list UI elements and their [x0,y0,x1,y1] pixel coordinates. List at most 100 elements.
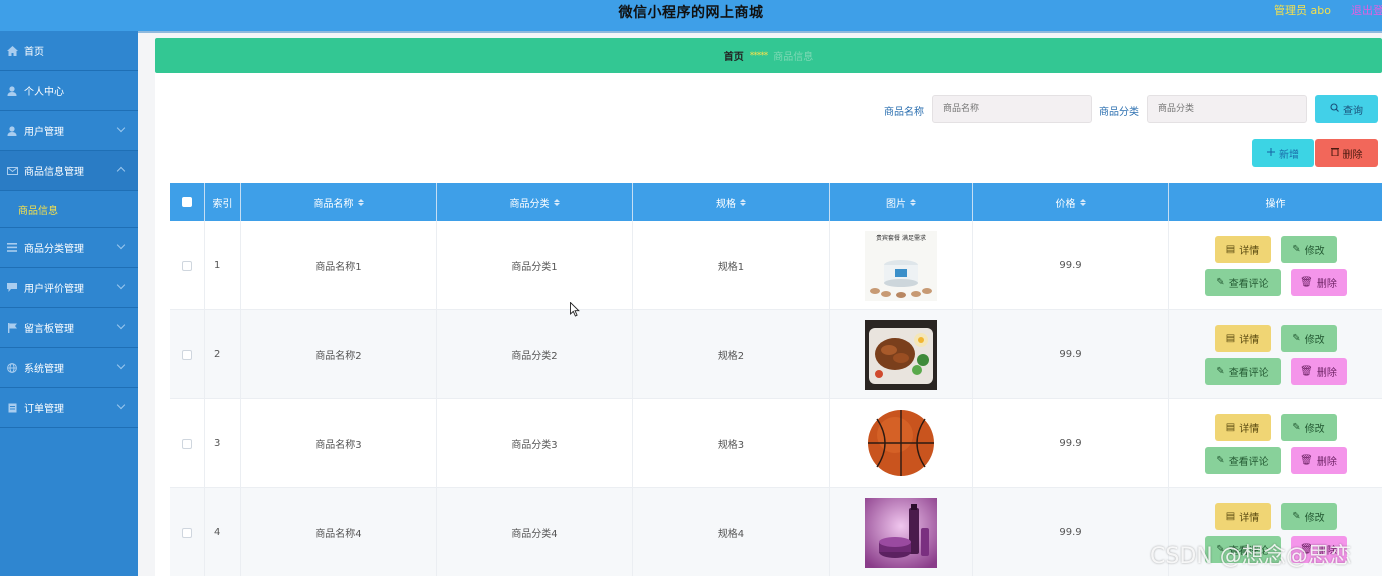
row-checkbox[interactable] [182,438,192,449]
sidebar-item-label: 首页 [24,47,44,58]
row-checkbox[interactable] [182,527,192,538]
delete-row-button[interactable]: 🗑 删除 [1290,357,1347,385]
plus-icon [1267,147,1275,159]
header-spec-label: 规格 [716,198,736,210]
name-search-input[interactable] [932,95,1092,123]
delete-row-button[interactable]: 🗑 删除 [1290,268,1347,296]
detail-button[interactable]: ▤ 详情 [1214,413,1271,441]
add-button[interactable]: 新增 [1252,139,1314,167]
header-product-category[interactable]: 商品分类 [437,183,633,221]
row-actions: ▤ 详情 ✎ 修改 ✎ 查看评论 🗑 删除 [1169,221,1382,310]
bento-image[interactable] [865,319,937,390]
sidebar-item-personal-center[interactable]: 个人中心 [0,71,138,111]
row-product-category: 商品分类1 [437,221,633,310]
search-icon [1330,103,1339,115]
sidebar-item-label: 用户评价管理 [24,284,84,295]
row-product-name: 商品名称4 [241,488,437,576]
row-spec: 规格3 [633,399,830,488]
bulk-delete-button[interactable]: 删除 [1315,139,1378,167]
mail-icon [6,165,18,177]
chevron-up-icon [116,166,126,176]
rice-cooker-image[interactable]: 贵宾套餐 满足需求 [865,230,937,301]
search-button[interactable]: 查询 [1315,95,1378,123]
edit-button[interactable]: ✎ 修改 [1280,235,1337,263]
category-search-label: 商品分类 [1099,107,1139,118]
detail-button[interactable]: ▤ 详情 [1214,235,1271,263]
delete-row-button-label: 删除 [1316,278,1337,290]
header-spec[interactable]: 规格 [633,183,830,221]
row-price: 99.9 [973,221,1169,310]
list-icon [6,242,18,254]
sidebar-subitem-product-info[interactable]: 商品信息 [0,191,138,228]
select-all-cell [170,183,205,221]
delete-row-button[interactable]: 🗑 删除 [1290,446,1347,474]
edit-button[interactable]: ✎ 修改 [1280,502,1337,530]
table-header: 索引 商品名称 商品分类 规格 图片 价格 操作 [170,183,1382,221]
row-checkbox[interactable] [182,349,192,360]
header-product-name[interactable]: 商品名称 [241,183,437,221]
sidebar-item-review-management[interactable]: 用户评价管理 [0,268,138,308]
row-image-cell: 贵宾套餐 满足需求 [830,221,973,310]
row-select-cell [170,488,205,576]
sidebar-item-category-management[interactable]: 商品分类管理 [0,228,138,268]
detail-button-label: 详情 [1239,423,1260,435]
breadcrumb-home[interactable]: 首页 [724,48,744,63]
view-reviews-button[interactable]: ✎ 查看评论 [1204,446,1281,474]
pencil-icon: ✎ [1216,454,1225,466]
name-search-label: 商品名称 [884,107,924,118]
pencil-icon: ✎ [1292,510,1301,522]
sort-icon[interactable] [910,198,916,206]
select-all-checkbox[interactable] [182,197,192,207]
edit-button[interactable]: ✎ 修改 [1280,324,1337,352]
header-product-category-label: 商品分类 [509,198,550,210]
sidebar-item-label: 系统管理 [24,364,64,375]
edit-button[interactable]: ✎ 修改 [1280,413,1337,441]
flag-icon [6,322,18,334]
watermark: CSDN @想念@思恋 [1150,544,1352,569]
sort-icon[interactable] [357,198,364,206]
sidebar-item-label: 商品分类管理 [24,244,84,255]
row-actions: ▤ 详情 ✎ 修改 ✎ 查看评论 🗑 删除 [1169,399,1382,488]
category-search-input[interactable] [1147,95,1307,123]
sidebar-item-order-management[interactable]: 订单管理 [0,388,138,428]
view-reviews-button[interactable]: ✎ 查看评论 [1204,357,1281,385]
chevron-down-icon [116,123,126,133]
basketball-image[interactable] [865,408,937,479]
header-image[interactable]: 图片 [830,183,973,221]
row-select-cell [170,221,205,310]
sidebar-item-label: 留言板管理 [24,324,74,335]
detail-button[interactable]: ▤ 详情 [1214,502,1271,530]
sort-icon[interactable] [553,198,560,206]
trash-icon: 🗑 [1300,454,1313,466]
chevron-down-icon [116,320,126,330]
row-select-cell [170,399,205,488]
header-price[interactable]: 价格 [973,183,1169,221]
logout-link[interactable]: 退出登 [1351,2,1382,18]
sidebar-item-product-info-management[interactable]: 商品信息管理 [0,151,138,191]
doc-icon [6,402,18,414]
edit-button-label: 修改 [1304,423,1325,435]
detail-button[interactable]: ▤ 详情 [1214,324,1271,352]
pencil-icon: ✎ [1292,243,1301,255]
search-button-label: 查询 [1343,105,1363,117]
cosmetics-image[interactable] [865,497,937,568]
sort-icon[interactable] [740,198,746,206]
sort-icon[interactable] [1079,198,1086,206]
row-price: 99.9 [973,488,1169,576]
product-table: 索引 商品名称 商品分类 规格 图片 价格 操作 1 商品名称1 商品分类1 规… [170,183,1382,576]
view-reviews-button[interactable]: ✎ 查看评论 [1204,268,1281,296]
sidebar-item-message-board[interactable]: 留言板管理 [0,308,138,348]
sidebar-item-user-management[interactable]: 用户管理 [0,111,138,151]
trash-icon [1330,147,1339,159]
header-actions-label: 操作 [1265,198,1286,210]
sidebar-item-label: 订单管理 [24,404,64,415]
view-reviews-button-label: 查看评论 [1228,278,1269,290]
sidebar-item-label: 个人中心 [24,87,64,98]
doc-icon: ▤ [1225,332,1236,344]
row-image-cell [830,310,973,399]
pencil-icon: ✎ [1216,276,1225,288]
row-checkbox[interactable] [182,260,192,271]
sidebar-item-home[interactable]: 首页 [0,31,138,71]
pencil-icon: ✎ [1292,421,1301,433]
sidebar-item-system-management[interactable]: 系统管理 [0,348,138,388]
